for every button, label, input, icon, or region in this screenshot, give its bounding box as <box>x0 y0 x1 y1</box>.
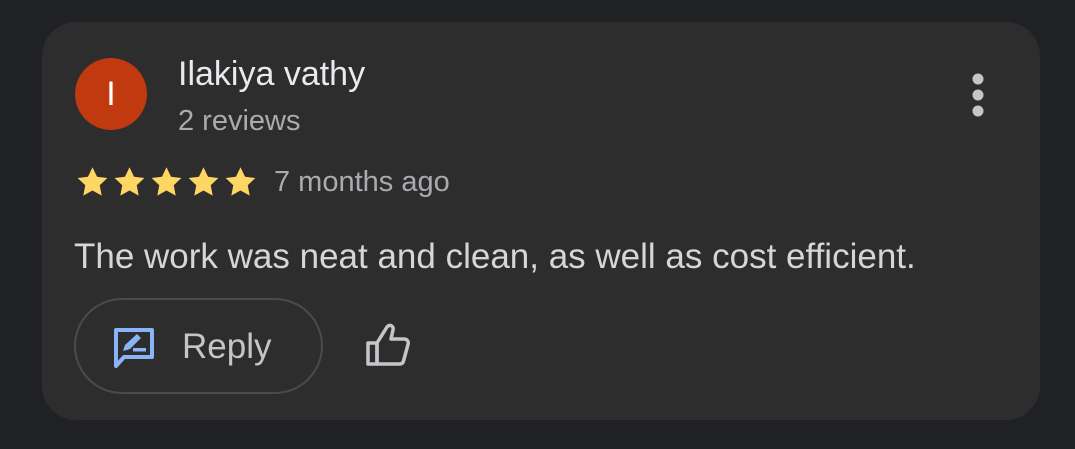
more-vert-icon <box>972 73 984 117</box>
review-count: 2 reviews <box>178 105 301 137</box>
star-icon <box>74 165 111 199</box>
review-time: 7 months ago <box>274 166 450 198</box>
review-card: I Ilakiya vathy 2 reviews 7 months ago T… <box>42 22 1040 420</box>
star-rating <box>74 164 259 200</box>
review-text: The work was neat and clean, as well as … <box>74 237 916 276</box>
star-icon <box>185 165 222 199</box>
avatar[interactable]: I <box>75 58 147 130</box>
edit-message-icon <box>114 328 154 368</box>
reply-label: Reply <box>182 327 272 366</box>
star-icon <box>148 165 185 199</box>
thumb-up-icon <box>366 323 410 366</box>
star-icon <box>222 165 259 199</box>
more-options-button[interactable] <box>958 70 998 120</box>
reply-button[interactable]: Reply <box>74 298 323 394</box>
reviewer-name[interactable]: Ilakiya vathy <box>178 52 365 96</box>
star-icon <box>111 165 148 199</box>
like-button[interactable] <box>360 318 416 374</box>
